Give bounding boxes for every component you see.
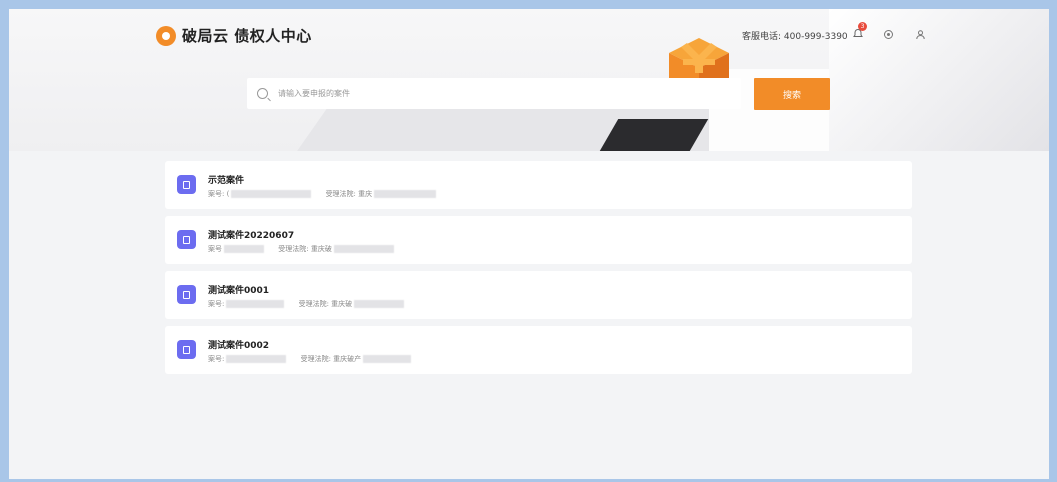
court-label: 受理法院: 重庆破产 <box>300 355 362 363</box>
case-meta: 案号 受理法院: 重庆破 <box>208 244 396 254</box>
case-number-label: 案号: ( <box>208 190 230 198</box>
case-card[interactable]: 测试案件0001 案号: 受理法院: 重庆破 <box>165 271 912 319</box>
court-label: 受理法院: 重庆 <box>325 190 373 198</box>
logo-mark-icon <box>156 25 176 46</box>
case-title: 测试案件0001 <box>208 286 270 296</box>
search-box <box>247 78 741 109</box>
case-card[interactable]: 测试案件0002 案号: 受理法院: 重庆破产 <box>165 326 912 374</box>
case-meta: 案号: ( 受理法院: 重庆 <box>208 189 438 199</box>
court-label: 受理法院: 重庆破 <box>298 300 353 308</box>
search-button[interactable]: 搜索 <box>754 78 830 110</box>
hotline-text: 客服电话: 400-999-3390 <box>742 32 848 42</box>
case-title: 测试案件0002 <box>208 341 270 351</box>
case-card[interactable]: 示范案件 案号: ( 受理法院: 重庆 <box>165 161 912 209</box>
user-icon[interactable] <box>912 26 928 42</box>
search-input[interactable] <box>276 88 720 99</box>
document-icon <box>177 230 196 249</box>
document-icon <box>177 285 196 304</box>
case-meta: 案号: 受理法院: 重庆破产 <box>208 354 413 364</box>
brand-logo[interactable]: 破局云 债权人中心 <box>156 25 312 46</box>
court-label: 受理法院: 重庆破 <box>278 245 332 253</box>
document-icon <box>177 340 196 359</box>
case-number-label: 案号 <box>208 245 222 253</box>
notification-badge: 3 <box>858 22 867 31</box>
search-icon <box>257 88 268 99</box>
document-icon <box>177 175 196 194</box>
case-number-label: 案号: <box>208 355 225 363</box>
case-meta: 案号: 受理法院: 重庆破 <box>208 299 406 309</box>
case-title: 测试案件20220607 <box>208 231 295 241</box>
settings-icon[interactable] <box>880 26 896 42</box>
case-number-label: 案号: <box>208 300 225 308</box>
brand-name: 破局云 债权人中心 <box>182 27 312 45</box>
case-list: 示范案件 案号: ( 受理法院: 重庆 测试案件20220607 案号 受理法院… <box>165 161 912 381</box>
app-window: 破局云 债权人中心 客服电话: 400-999-3390 3 搜索 示范案件 案… <box>9 9 1049 479</box>
case-title: 示范案件 <box>208 176 245 186</box>
case-card[interactable]: 测试案件20220607 案号 受理法院: 重庆破 <box>165 216 912 264</box>
